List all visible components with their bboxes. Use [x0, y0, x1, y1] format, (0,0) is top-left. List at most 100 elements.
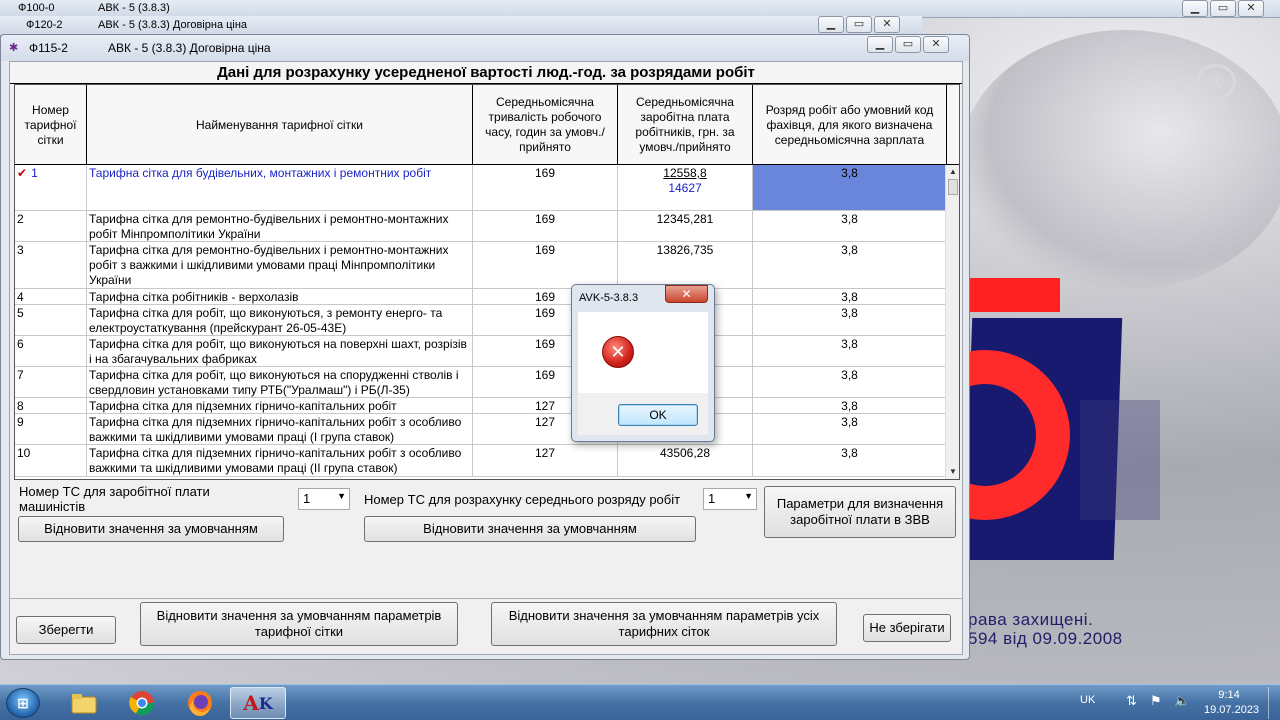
machinist-ts-select[interactable]: 1 ▼	[298, 488, 350, 510]
ok-button[interactable]: OK	[618, 404, 698, 426]
table-row[interactable]: 2 Тарифна сітка для ремонтно-будівельних…	[15, 211, 947, 242]
row-number[interactable]: 3	[15, 242, 87, 288]
table-row[interactable]: 4 Тарифна сітка робітників - верхолазів …	[15, 289, 947, 305]
chrome-icon[interactable]	[114, 687, 170, 719]
flag-icon[interactable]: ⚑	[1150, 693, 1162, 709]
row-grade[interactable]: 3,8	[753, 398, 947, 413]
row-name[interactable]: Тарифна сітка для підземних гірничо-капі…	[87, 398, 473, 413]
close-icon[interactable]: ✕	[923, 36, 949, 53]
windows-start-icon[interactable]: ⊞	[6, 688, 40, 718]
scrollbar-thumb[interactable]	[948, 179, 958, 195]
restore-all-grids-defaults-button[interactable]: Відновити значення за умовчанням парамет…	[491, 602, 837, 646]
row-number: 1	[31, 166, 38, 180]
close-icon[interactable]: ✕	[665, 285, 708, 303]
avk-app-icon[interactable]: AK	[230, 687, 286, 719]
scroll-down-icon[interactable]: ▼	[948, 467, 958, 477]
avg-grade-ts-label: Номер ТС для розрахунку середнього розря…	[364, 492, 681, 507]
scroll-up-icon[interactable]: ▲	[948, 167, 958, 177]
clock-time[interactable]: 9:14	[1212, 689, 1246, 701]
row-hours[interactable]: 127	[473, 445, 618, 476]
row-name[interactable]: Тарифна сітка для підземних гірничо-капі…	[87, 445, 473, 476]
table-row[interactable]: 9 Тарифна сітка для підземних гірничо-ка…	[15, 414, 947, 445]
table-row[interactable]: 5 Тарифна сітка для робіт, що виконуютьс…	[15, 305, 947, 336]
error-icon: ✕	[602, 336, 634, 368]
table-scrollbar[interactable]: ▲ ▼	[945, 165, 959, 479]
row-name[interactable]: Тарифна сітка для ремонтно-будівельних і…	[87, 211, 473, 241]
clock-date[interactable]: 19.07.2023	[1204, 704, 1259, 716]
maximize-icon[interactable]: ▭	[895, 36, 921, 53]
main-window-title: АВК - 5 (3.8.3) Договірна ціна	[108, 41, 271, 55]
row-grade[interactable]: 3,8	[753, 336, 947, 366]
file-explorer-icon[interactable]	[56, 687, 112, 719]
row-name[interactable]: Тарифна сітка для робіт, що виконуються,…	[87, 305, 473, 335]
row-grade[interactable]: 3,8	[753, 242, 947, 288]
table-row[interactable]: 7 Тарифна сітка для робіт, що виконуютьс…	[15, 367, 947, 398]
row-number-cell[interactable]: ✔ 1	[15, 165, 87, 210]
row-grade[interactable]: 3,8	[753, 445, 947, 476]
row-grade[interactable]: 3,8	[753, 305, 947, 335]
restore-defaults-button[interactable]: Відновити значення за умовчанням	[18, 516, 284, 542]
row-grade[interactable]: 3,8	[753, 367, 947, 397]
row-name[interactable]: Тарифна сітка для робіт, що виконуються …	[87, 336, 473, 366]
machinist-ts-value: 1	[303, 491, 311, 506]
row-hours[interactable]: 169	[473, 211, 618, 241]
row-name[interactable]: Тарифна сітка для ремонтно-будівельних і…	[87, 242, 473, 288]
dialog-title: AVK-5-3.8.3	[579, 292, 639, 304]
show-desktop-button[interactable]	[1268, 687, 1278, 719]
close-icon[interactable]: ✕	[1238, 0, 1264, 17]
main-window-titlebar[interactable]: ✱ Ф115-2 АВК - 5 (3.8.3) Договірна ціна …	[1, 35, 969, 61]
row-number[interactable]: 2	[15, 211, 87, 241]
minimize-icon[interactable]: ▁	[818, 16, 844, 33]
restore-defaults-avg-button[interactable]: Відновити значення за умовчанням	[364, 516, 696, 542]
row-salary[interactable]: 13826,735	[618, 242, 753, 288]
table-row[interactable]: 6 Тарифна сітка для робіт, що виконуютьс…	[15, 336, 947, 367]
zvv-params-button[interactable]: Параметри для визначення заробітної плат…	[764, 486, 956, 538]
language-indicator[interactable]: UK	[1080, 694, 1095, 706]
table-row[interactable]: 8 Тарифна сітка для підземних гірничо-ка…	[15, 398, 947, 414]
column-header-salary: Середньомісячна заробітна плата робітник…	[618, 85, 753, 165]
row-number[interactable]: 7	[15, 367, 87, 397]
wallpaper-text-license: 594 від 09.09.2008	[968, 629, 1123, 648]
restore-grid-defaults-button[interactable]: Відновити значення за умовчанням парамет…	[140, 602, 458, 646]
network-icon[interactable]: ⇅	[1126, 693, 1137, 709]
maximize-icon[interactable]: ▭	[1210, 0, 1236, 17]
row-number[interactable]: 5	[15, 305, 87, 335]
row-grade[interactable]: 3,8	[753, 414, 947, 444]
divider	[10, 598, 962, 599]
row-name[interactable]: Тарифна сітка робітників - верхолазів	[87, 289, 473, 304]
row-salary[interactable]: 43506,28	[618, 445, 753, 476]
row-salary[interactable]: 12345,281	[618, 211, 753, 241]
row-grade[interactable]: 3,8	[753, 289, 947, 304]
background-window-2-titlebar[interactable]: Ф120-2 АВК - 5 (3.8.3) Договірна ціна ▁ …	[0, 16, 922, 36]
dont-save-button[interactable]: Не зберігати	[863, 614, 951, 642]
row-number[interactable]: 4	[15, 289, 87, 304]
table-row[interactable]: 3 Тарифна сітка для ремонтно-будівельних…	[15, 242, 947, 289]
row-salary-accepted: 14627	[668, 181, 702, 195]
save-button[interactable]: Зберегти	[16, 616, 116, 644]
avg-grade-ts-select[interactable]: 1 ▼	[703, 488, 757, 510]
row-grade[interactable]: 3,8	[753, 165, 947, 210]
table-row[interactable]: ✔ 1 Тарифна сітка для будівельних, монтаж…	[15, 165, 947, 211]
row-grade[interactable]: 3,8	[753, 211, 947, 241]
close-icon[interactable]: ✕	[874, 16, 900, 33]
row-hours[interactable]: 169	[473, 165, 618, 210]
row-hours[interactable]: 169	[473, 242, 618, 288]
row-name[interactable]: Тарифна сітка для робіт, що виконуються …	[87, 367, 473, 397]
wallpaper-swoosh	[960, 30, 1280, 290]
table-row[interactable]: 10 Тарифна сітка для підземних гірничо-к…	[15, 445, 947, 477]
volume-muted-icon[interactable]: 🔈	[1174, 693, 1190, 709]
row-salary-cell[interactable]: 12558,8 14627	[618, 165, 753, 210]
firefox-icon[interactable]	[172, 687, 228, 719]
minimize-icon[interactable]: ▁	[1182, 0, 1208, 17]
maximize-icon[interactable]: ▭	[846, 16, 872, 33]
row-name[interactable]: Тарифна сітка для підземних гірничо-капі…	[87, 414, 473, 444]
row-number[interactable]: 9	[15, 414, 87, 444]
row-number[interactable]: 8	[15, 398, 87, 413]
row-number[interactable]: 10	[15, 445, 87, 476]
row-name[interactable]: Тарифна сітка для будівельних, монтажних…	[87, 165, 473, 210]
tariff-grid-table[interactable]: Номер тарифної сітки Найменування тарифн…	[14, 84, 960, 480]
minimize-icon[interactable]: ▁	[867, 36, 893, 53]
taskbar: ⊞ AK UK ⇅ ⚑ 🔈 9:14 19.07.2023	[0, 684, 1280, 720]
row-number[interactable]: 6	[15, 336, 87, 366]
chevron-down-icon: ▼	[337, 491, 346, 501]
